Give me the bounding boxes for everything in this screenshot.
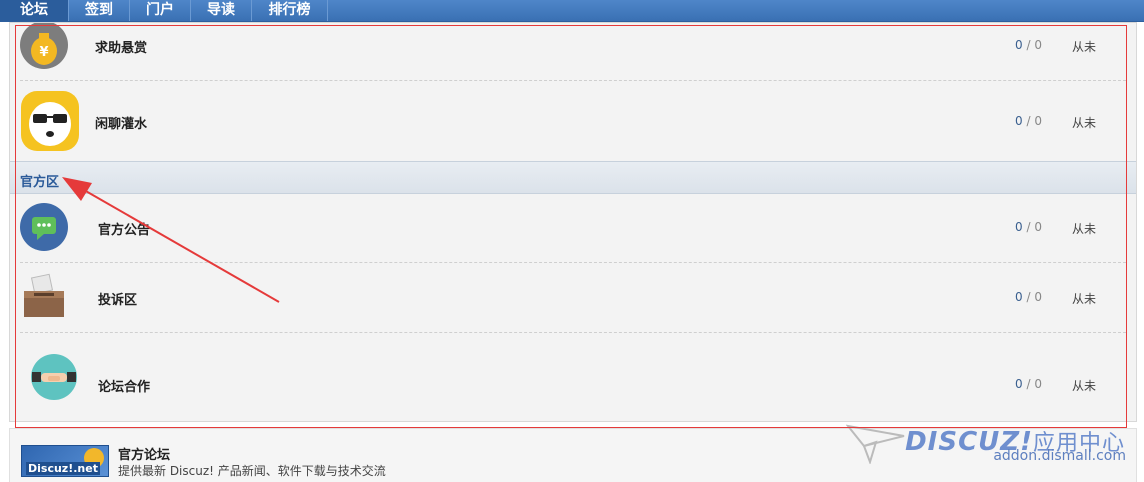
last-post: 从未 bbox=[1071, 40, 1096, 54]
ballot-box-icon bbox=[24, 273, 64, 317]
forum-stats: 0 / 0 bbox=[1015, 220, 1042, 234]
sunglasses-face-icon bbox=[21, 91, 79, 151]
official-forum-title[interactable]: 官方论坛 bbox=[118, 444, 170, 463]
forum-list-panel: ¥ 求助悬赏 0 / 0 从未 闲聊灌水 0 / 0 从未 官方区 官方公告 0… bbox=[9, 22, 1137, 422]
forum-row: 投诉区 0 / 0 从未 bbox=[20, 263, 1126, 333]
top-nav: 论坛 签到 门户 导读 排行榜 bbox=[0, 0, 1144, 22]
category-header: 官方区 bbox=[10, 161, 1136, 194]
money-bag-icon: ¥ bbox=[20, 23, 68, 69]
watermark-url: addon.dismall.com bbox=[993, 448, 1126, 464]
discuz-logo[interactable]: Discuz!.net bbox=[21, 445, 109, 477]
forum-row: ¥ 求助悬赏 0 / 0 从未 bbox=[20, 23, 1126, 81]
forum-stats: 0 / 0 bbox=[1015, 290, 1042, 304]
forum-stats: 0 / 0 bbox=[1015, 38, 1042, 52]
category-title[interactable]: 官方区 bbox=[20, 171, 59, 190]
official-forum-description: 提供最新 Discuz! 产品新闻、软件下载与技术交流 bbox=[118, 464, 386, 478]
forum-name[interactable]: 官方公告 bbox=[98, 219, 150, 238]
nav-tab-checkin[interactable]: 签到 bbox=[69, 0, 130, 21]
last-post: 从未 bbox=[1071, 116, 1096, 130]
logo-text: Discuz!.net bbox=[26, 462, 100, 475]
forum-name[interactable]: 闲聊灌水 bbox=[95, 113, 147, 132]
forum-name[interactable]: 求助悬赏 bbox=[95, 37, 147, 56]
handshake-icon bbox=[31, 354, 77, 400]
nav-tab-portal[interactable]: 门户 bbox=[130, 0, 191, 21]
last-post: 从未 bbox=[1071, 222, 1096, 236]
svg-text:¥: ¥ bbox=[39, 45, 48, 60]
forum-name[interactable]: 论坛合作 bbox=[98, 376, 150, 395]
chat-bubble-icon bbox=[20, 203, 68, 251]
nav-tab-forum[interactable]: 论坛 bbox=[0, 0, 69, 21]
last-post: 从未 bbox=[1071, 292, 1096, 306]
forum-name[interactable]: 投诉区 bbox=[98, 289, 137, 308]
forum-row: 论坛合作 0 / 0 从未 bbox=[20, 333, 1126, 418]
last-post: 从未 bbox=[1071, 379, 1096, 393]
paper-plane-icon bbox=[846, 424, 905, 464]
forum-stats: 0 / 0 bbox=[1015, 377, 1042, 391]
forum-stats: 0 / 0 bbox=[1015, 114, 1042, 128]
forum-row: 闲聊灌水 0 / 0 从未 bbox=[20, 80, 1126, 160]
nav-tab-ranking[interactable]: 排行榜 bbox=[252, 0, 328, 21]
nav-tab-guide[interactable]: 导读 bbox=[191, 0, 252, 21]
forum-row: 官方公告 0 / 0 从未 bbox=[20, 193, 1126, 263]
